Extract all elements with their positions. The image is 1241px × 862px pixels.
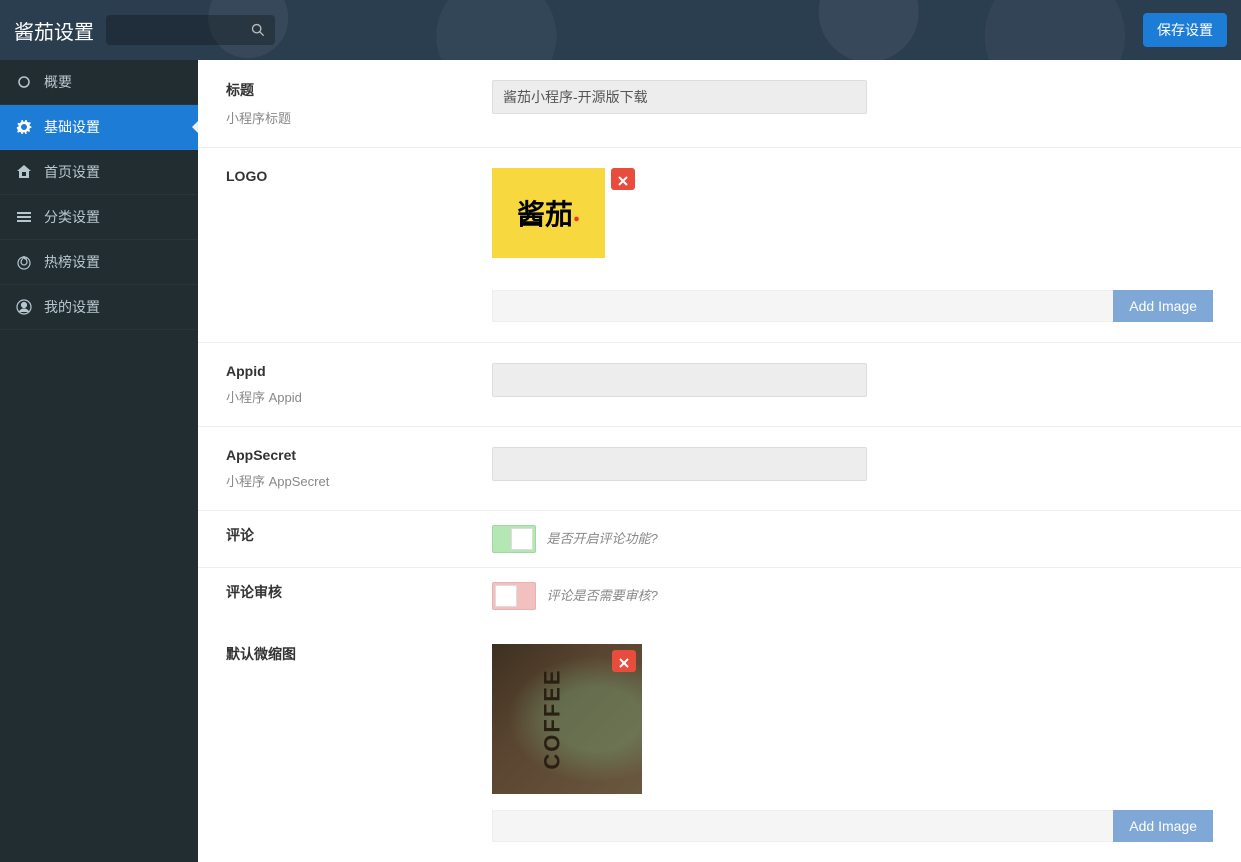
appid-input[interactable] bbox=[492, 363, 867, 397]
sidebar-item-home-settings[interactable]: 首页设置 bbox=[0, 150, 198, 195]
sidebar-item-label: 基础设置 bbox=[44, 117, 100, 137]
list-icon bbox=[16, 209, 32, 225]
search-bar bbox=[106, 15, 275, 45]
title-input[interactable] bbox=[492, 80, 867, 114]
search-input[interactable] bbox=[106, 15, 241, 45]
sidebar: 概要 基础设置 首页设置 分类设置 热榜设置 我的设置 bbox=[0, 60, 198, 862]
sidebar-item-label: 热榜设置 bbox=[44, 252, 100, 272]
field-label: 标题 bbox=[226, 80, 492, 100]
sidebar-item-hot-settings[interactable]: 热榜设置 bbox=[0, 240, 198, 285]
sidebar-item-label: 分类设置 bbox=[44, 207, 100, 227]
thumbnail-preview: COFFEE bbox=[492, 644, 642, 794]
sidebar-item-label: 概要 bbox=[44, 72, 72, 92]
field-thumbnail: 默认微缩图 COFFEE Add Image bbox=[198, 624, 1241, 862]
toggle-desc: 评论是否需要审核? bbox=[546, 588, 657, 603]
search-icon bbox=[251, 23, 265, 37]
field-logo: LOGO 酱茄. Add Image bbox=[198, 148, 1241, 343]
field-desc: 小程序标题 bbox=[226, 108, 492, 127]
header: 酱茄设置 保存设置 bbox=[0, 0, 1241, 60]
field-desc: 小程序 AppSecret bbox=[226, 471, 492, 490]
field-label: LOGO bbox=[226, 168, 492, 184]
thumbnail-path-input[interactable] bbox=[492, 810, 1113, 842]
brand-title: 酱茄设置 bbox=[14, 16, 94, 45]
field-label: 评论 bbox=[226, 525, 492, 545]
sidebar-item-label: 首页设置 bbox=[44, 162, 100, 182]
close-icon bbox=[619, 656, 629, 666]
remove-thumbnail-button[interactable] bbox=[612, 650, 636, 672]
field-label: 评论审核 bbox=[226, 582, 492, 602]
remove-logo-button[interactable] bbox=[611, 168, 635, 190]
add-thumbnail-button[interactable]: Add Image bbox=[1113, 810, 1213, 842]
thumbnail-text: COFFEE bbox=[540, 668, 566, 769]
field-desc: 小程序 Appid bbox=[226, 387, 492, 406]
sidebar-item-category-settings[interactable]: 分类设置 bbox=[0, 195, 198, 240]
add-logo-button[interactable]: Add Image bbox=[1113, 290, 1213, 322]
toggle-desc: 是否开启评论功能? bbox=[546, 531, 657, 546]
field-label: AppSecret bbox=[226, 447, 492, 463]
user-icon bbox=[16, 299, 32, 315]
sidebar-item-overview[interactable]: 概要 bbox=[0, 60, 198, 105]
field-comment-audit: 评论审核 评论是否需要审核? bbox=[198, 568, 1241, 624]
search-button[interactable] bbox=[241, 15, 275, 45]
sidebar-item-basic-settings[interactable]: 基础设置 bbox=[0, 105, 198, 150]
close-icon bbox=[618, 174, 628, 184]
sidebar-item-my-settings[interactable]: 我的设置 bbox=[0, 285, 198, 330]
gear-icon bbox=[16, 119, 32, 135]
circle-icon bbox=[16, 74, 32, 90]
sidebar-item-label: 我的设置 bbox=[44, 297, 100, 317]
logo-path-input[interactable] bbox=[492, 290, 1113, 322]
field-appid: Appid 小程序 Appid bbox=[198, 343, 1241, 427]
field-comment: 评论 是否开启评论功能? bbox=[198, 511, 1241, 568]
home-icon bbox=[16, 164, 32, 180]
fire-icon bbox=[16, 254, 32, 270]
field-label: Appid bbox=[226, 363, 492, 379]
logo-preview: 酱茄. bbox=[492, 168, 605, 258]
field-label: 默认微缩图 bbox=[226, 644, 492, 664]
content: 标题 小程序标题 LOGO 酱茄. Add Image bbox=[198, 60, 1241, 862]
save-button[interactable]: 保存设置 bbox=[1143, 13, 1227, 47]
field-appsecret: AppSecret 小程序 AppSecret bbox=[198, 427, 1241, 511]
comment-toggle[interactable] bbox=[492, 525, 536, 553]
field-title: 标题 小程序标题 bbox=[198, 60, 1241, 148]
logo-text: 酱茄 bbox=[517, 193, 573, 233]
appsecret-input[interactable] bbox=[492, 447, 867, 481]
comment-audit-toggle[interactable] bbox=[492, 582, 536, 610]
